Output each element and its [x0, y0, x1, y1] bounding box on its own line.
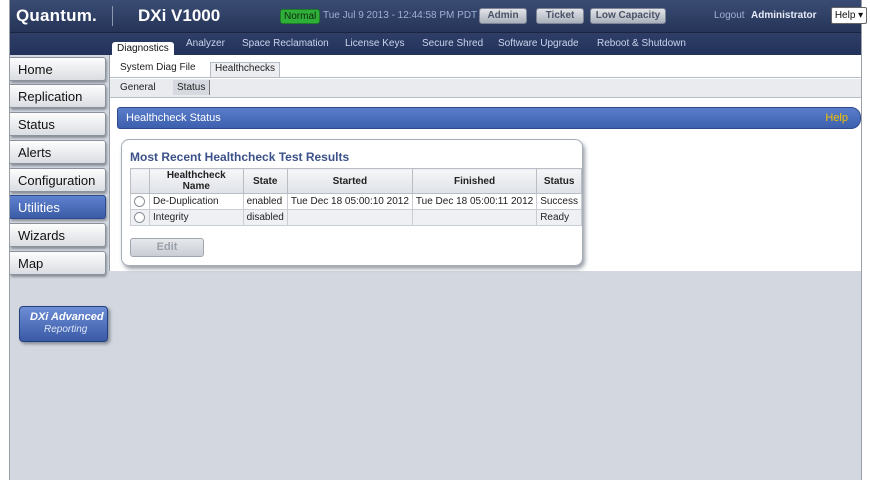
ticket-button[interactable]: Ticket — [536, 8, 584, 24]
nav-replication-label: Replication — [18, 89, 83, 104]
top-bar: Quantum. DXi V1000 Normal Tue Jul 9 2013… — [10, 0, 867, 33]
table-cell: Success — [536, 193, 582, 210]
subnav-diagnostics[interactable]: Diagnostics — [112, 42, 174, 56]
current-user: Administrator — [751, 10, 817, 21]
subnav-secure-shred[interactable]: Secure Shred — [422, 38, 483, 49]
subnav-space-reclamation[interactable]: Space Reclamation — [242, 38, 329, 49]
row-radio-button[interactable] — [134, 195, 145, 207]
admin-button[interactable]: Admin — [479, 8, 527, 24]
column-header: Status — [536, 168, 582, 194]
app-frame: Quantum. DXi V1000 Normal Tue Jul 9 2013… — [9, 0, 867, 480]
nav-alerts[interactable]: Alerts — [10, 140, 106, 164]
nav-alerts-label: Alerts — [18, 145, 52, 160]
table-cell: enabled — [242, 193, 288, 210]
table-cell: De-Duplication — [149, 193, 244, 210]
section-help-link[interactable]: Help — [825, 112, 848, 124]
header-divider — [112, 6, 113, 26]
column-header: Healthcheck Name — [149, 168, 244, 194]
column-header: Started — [286, 168, 413, 194]
table-cell: Ready — [536, 209, 582, 226]
table-cell: disabled — [242, 209, 288, 226]
subnav-analyzer[interactable]: Analyzer — [186, 38, 225, 49]
healthcheck-subtabs: General Status — [110, 79, 861, 98]
tab-healthchecks[interactable]: Healthchecks — [210, 62, 281, 77]
utilities-subnav: Diagnostics Analyzer Space Reclamation L… — [10, 33, 861, 56]
table-cell: Integrity — [149, 209, 244, 226]
subnav-software-upgrade[interactable]: Software Upgrade — [498, 38, 579, 49]
subnav-reboot-shutdown[interactable]: Reboot & Shutdown — [597, 38, 686, 49]
tab-status[interactable]: Status — [173, 80, 211, 95]
nav-home-label: Home — [18, 62, 53, 77]
table-cell: Tue Dec 18 05:00:10 2012 — [286, 193, 413, 210]
table-cell — [286, 209, 413, 226]
diagnostics-tabs: System Diag File Healthchecks — [110, 55, 861, 78]
system-datetime: Tue Jul 9 2013 - 12:44:58 PM PDT — [323, 10, 478, 21]
dxi-reporting-title: DXi Advanced — [30, 311, 104, 323]
column-header: State — [242, 168, 288, 194]
product-name: DXi V1000 — [138, 6, 221, 25]
logout-link[interactable]: Logout — [714, 10, 745, 21]
help-menu-button[interactable]: Help ▾ — [831, 7, 867, 24]
section-header: Healthcheck Status Help — [117, 107, 861, 129]
main-content: System Diag File Healthchecks General St… — [109, 55, 861, 271]
tab-system-diag-file[interactable]: System Diag File — [120, 62, 196, 73]
table-row[interactable]: Integrity disabled Ready — [130, 209, 582, 226]
edit-button[interactable]: Edit — [130, 238, 204, 257]
nav-status-label: Status — [18, 117, 55, 132]
nav-status[interactable]: Status — [10, 112, 106, 136]
nav-home[interactable]: Home — [10, 57, 106, 81]
nav-configuration-label: Configuration — [18, 173, 96, 188]
nav-wizards[interactable]: Wizards — [10, 223, 106, 247]
tab-general[interactable]: General — [120, 82, 156, 93]
row-radio-button[interactable] — [134, 211, 145, 223]
dxi-advanced-reporting-button[interactable]: DXi Advanced Reporting — [19, 306, 108, 342]
results-title: Most Recent Healthcheck Test Results — [130, 150, 350, 164]
section-title: Healthcheck Status — [126, 112, 221, 124]
nav-utilities-label: Utilities — [18, 200, 60, 215]
nav-map-label: Map — [18, 256, 44, 271]
dxi-reporting-subtitle: Reporting — [44, 324, 88, 335]
nav-configuration[interactable]: Configuration — [10, 168, 106, 192]
nav-map[interactable]: Map — [10, 251, 106, 275]
results-panel: Most Recent Healthcheck Test Results Hea… — [121, 139, 583, 266]
table-row[interactable]: De-Duplication enabled Tue Dec 18 05:00:… — [130, 193, 582, 210]
quantum-logo: Quantum. — [16, 6, 97, 25]
row-select-cell[interactable] — [130, 209, 150, 226]
system-status-badge[interactable]: Normal — [280, 9, 321, 24]
nav-wizards-label: Wizards — [18, 228, 65, 243]
nav-utilities[interactable]: Utilities — [10, 195, 106, 219]
subnav-license-keys[interactable]: License Keys — [345, 38, 404, 49]
nav-replication[interactable]: Replication — [10, 84, 106, 108]
healthcheck-results-table: Healthcheck Name State Started Finished … — [130, 168, 582, 226]
row-select-cell[interactable] — [130, 193, 150, 210]
table-header-row: Healthcheck Name State Started Finished … — [130, 168, 582, 194]
column-header: Finished — [411, 168, 538, 194]
table-cell: Tue Dec 18 05:00:11 2012 — [411, 193, 538, 210]
select-column-header — [130, 168, 150, 194]
table-cell — [411, 209, 538, 226]
low-capacity-button[interactable]: Low Capacity — [590, 8, 666, 24]
